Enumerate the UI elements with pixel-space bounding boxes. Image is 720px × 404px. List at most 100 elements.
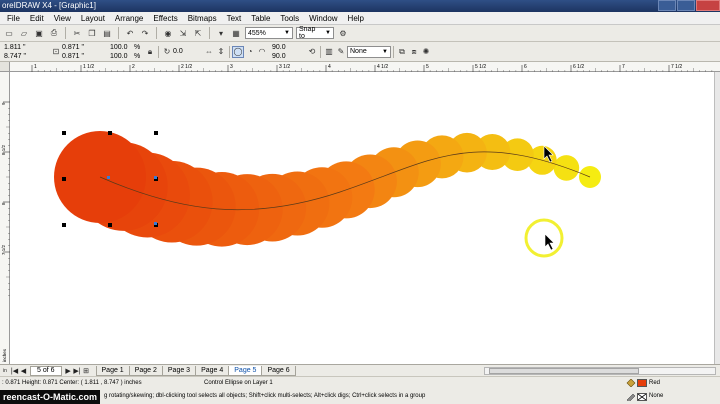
- selection-handle-ml[interactable]: [62, 177, 66, 181]
- page-tab-1[interactable]: Page 1: [95, 365, 130, 376]
- ruler-label: 1: [34, 64, 37, 70]
- export-icon[interactable]: ⇱: [192, 27, 204, 39]
- wrap-text-icon[interactable]: ▥: [323, 46, 335, 58]
- horizontal-ruler[interactable]: 1 1 1/2 2 2 1/2 3 3 1/2 4 4 1/2 5 5 1/2 6 6 1/2 7 7 1…: [10, 62, 720, 72]
- redo-icon[interactable]: ↷: [139, 27, 151, 39]
- options-icon[interactable]: ⚙: [337, 27, 349, 39]
- horizontal-scroll-thumb[interactable]: [489, 367, 639, 374]
- blend-artwork[interactable]: [10, 72, 716, 364]
- arc-mode-icon[interactable]: ◠: [256, 46, 268, 58]
- height-field[interactable]: 0.871 ": [62, 52, 102, 61]
- outline-width-select[interactable]: None ▼: [347, 45, 391, 58]
- outline-color-label: None: [649, 393, 664, 399]
- menu-text[interactable]: Text: [222, 12, 247, 25]
- maximize-button[interactable]: [677, 0, 695, 11]
- scale-y-field[interactable]: 100.0: [110, 52, 134, 61]
- start-angle-field[interactable]: 90.0: [272, 43, 306, 52]
- ruler-label: 7 1/2: [671, 64, 682, 70]
- mirror-vertical-icon[interactable]: ⇕: [215, 46, 227, 58]
- convert-to-curves-icon[interactable]: ✺: [420, 46, 432, 58]
- menu-tools[interactable]: Tools: [275, 12, 304, 25]
- menu-bar: File Edit View Layout Arrange Effects Bi…: [0, 12, 720, 25]
- paste-icon[interactable]: ▤: [101, 27, 113, 39]
- ruler-label: 7 1/2: [1, 244, 6, 255]
- menu-window[interactable]: Window: [304, 12, 342, 25]
- menu-table[interactable]: Table: [246, 12, 275, 25]
- page-tab-3[interactable]: Page 3: [161, 365, 197, 376]
- first-page-icon[interactable]: |◀: [10, 367, 19, 375]
- add-page-icon[interactable]: ⊞: [82, 367, 91, 375]
- page-tab-2[interactable]: Page 2: [128, 365, 163, 376]
- outline-pen-icon: ✎: [337, 47, 345, 56]
- x-position-field[interactable]: 1.811 ": [4, 43, 50, 52]
- vertical-ruler[interactable]: 9 8 1/2 8 7 1/2 inches: [0, 72, 10, 364]
- toolbar-divider: [209, 27, 210, 39]
- center-node[interactable]: [107, 176, 110, 179]
- welcome-screen-icon[interactable]: ▦: [230, 27, 242, 39]
- direction-toggle-icon[interactable]: ⟲: [306, 46, 318, 58]
- selection-handle-bl[interactable]: [62, 223, 66, 227]
- save-icon[interactable]: ▣: [33, 27, 45, 39]
- new-document-icon[interactable]: ▭: [3, 27, 15, 39]
- menu-effects[interactable]: Effects: [148, 12, 182, 25]
- break-apart-icon[interactable]: ⧈: [408, 46, 420, 58]
- undo-icon[interactable]: ↶: [124, 27, 136, 39]
- ruler-label: 6 1/2: [573, 64, 584, 70]
- scale-x-field[interactable]: 100.0: [110, 43, 134, 52]
- zoom-levels-select[interactable]: 455% ▼: [245, 27, 293, 39]
- width-field[interactable]: 0.871 ": [62, 43, 102, 52]
- arc-angle-fields: 90.0 90.0: [272, 43, 306, 61]
- end-angle-field[interactable]: 90.0: [272, 52, 306, 61]
- window-controls: [657, 0, 720, 12]
- object-details-text: Control Ellipse on Layer 1: [204, 380, 273, 386]
- menu-layout[interactable]: Layout: [76, 12, 110, 25]
- page-tab-4[interactable]: Page 4: [195, 365, 230, 376]
- ellipse-mode-icon[interactable]: ◯: [232, 45, 244, 58]
- toolbar-divider: [118, 27, 119, 39]
- open-folder-icon[interactable]: ▱: [18, 27, 30, 39]
- combine-icon[interactable]: ⧉: [396, 46, 408, 58]
- horizontal-scrollbar[interactable]: [484, 366, 716, 375]
- menu-view[interactable]: View: [49, 12, 76, 25]
- page-tab-6[interactable]: Page 6: [261, 365, 296, 376]
- blend-group[interactable]: [54, 131, 601, 247]
- selection-handle-tm[interactable]: [108, 131, 112, 135]
- selection-handle-tl[interactable]: [62, 131, 66, 135]
- outline-color-swatch[interactable]: [637, 393, 647, 401]
- ruler-label: 4: [328, 64, 331, 70]
- last-page-icon[interactable]: ▶|: [73, 367, 82, 375]
- previous-page-icon[interactable]: ◀: [19, 367, 28, 375]
- fill-color-swatch[interactable]: [637, 379, 647, 387]
- y-position-field[interactable]: 8.747 ": [4, 52, 50, 61]
- snap-to-select[interactable]: Snap to ▼: [296, 26, 334, 40]
- search-content-icon[interactable]: ◉: [162, 27, 174, 39]
- mirror-horizontal-icon[interactable]: ⇔: [203, 46, 215, 58]
- next-page-icon[interactable]: ▶: [64, 367, 73, 375]
- chevron-down-icon: ▼: [325, 30, 331, 36]
- selection-handle-bm[interactable]: [108, 223, 112, 227]
- cut-icon[interactable]: ✂: [71, 27, 83, 39]
- copy-icon[interactable]: ❐: [86, 27, 98, 39]
- menu-edit[interactable]: Edit: [25, 12, 49, 25]
- rotation-angle-field[interactable]: 0.0: [173, 47, 203, 56]
- print-icon[interactable]: ⎙: [48, 27, 60, 39]
- page-navigator: in |◀ ◀ 5 of 6 ▶ ▶| ⊞ Page 1 Page 2 Page…: [0, 364, 720, 376]
- node-marker[interactable]: [154, 176, 157, 179]
- pie-mode-icon[interactable]: ◔: [244, 46, 256, 58]
- application-launcher-icon[interactable]: ▾: [215, 27, 227, 39]
- import-icon[interactable]: ⇲: [177, 27, 189, 39]
- menu-file[interactable]: File: [2, 12, 25, 25]
- minimize-button[interactable]: [658, 0, 676, 11]
- ruler-origin[interactable]: [0, 62, 10, 72]
- node-marker[interactable]: [154, 222, 157, 225]
- vertical-scrollbar[interactable]: [714, 72, 720, 364]
- menu-arrange[interactable]: Arrange: [110, 12, 148, 25]
- menu-bitmaps[interactable]: Bitmaps: [183, 12, 222, 25]
- page-tab-5[interactable]: Page 5: [228, 365, 263, 376]
- lock-ratio-icon[interactable]: 🔒︎: [144, 46, 156, 58]
- menu-help[interactable]: Help: [343, 12, 369, 25]
- drawing-canvas[interactable]: [10, 72, 716, 364]
- object-size-icon: ⊡: [52, 47, 60, 56]
- close-button[interactable]: [696, 0, 720, 11]
- selection-handle-tr[interactable]: [154, 131, 158, 135]
